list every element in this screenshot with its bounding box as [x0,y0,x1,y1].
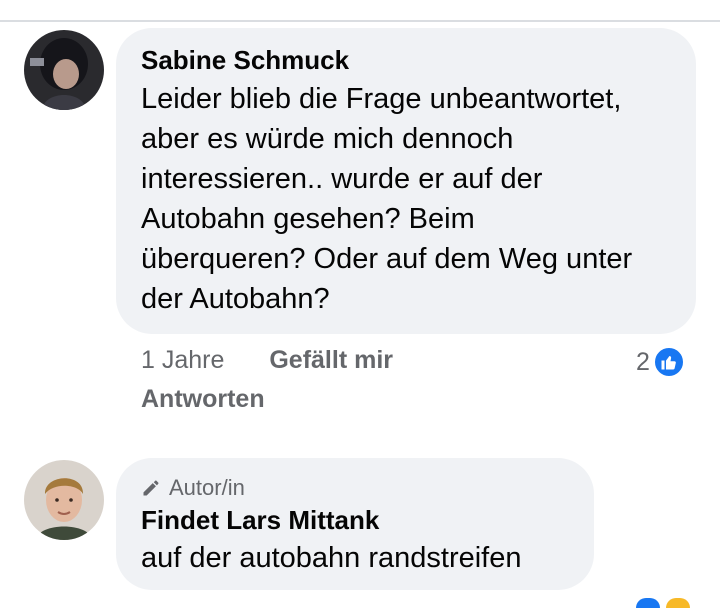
reply-button[interactable]: Antworten [141,385,393,414]
reaction-summary[interactable]: 2 [636,346,685,378]
partial-like-icon [636,598,660,608]
comment-actions: 1 Jahre Gefällt mir Antworten [141,346,393,414]
comment-bubble: Sabine Schmuck Leider blieb die Frage un… [116,28,696,334]
comment-timestamp[interactable]: 1 Jahre [141,346,224,375]
comment-text: Leider blieb die Frage unbeantwortet, ab… [141,79,672,319]
partial-emoji-icon [666,598,690,608]
avatar-sabine[interactable] [24,30,104,110]
avatar-findet-lars-mittank[interactable] [24,460,104,540]
comment-text-line: Leider blieb die Frage unbeantwortet, [141,83,622,115]
comment-author-name[interactable]: Sabine Schmuck [141,44,672,76]
reaction-count: 2 [636,347,650,376]
reply-bubble: Autor/in Findet Lars Mittank auf der aut… [116,458,594,590]
reply-text: auf der autobahn randstreifen [141,542,522,574]
thumbs-up-icon [652,346,685,378]
reply-author-name[interactable]: Findet Lars Mittank [141,504,570,536]
comment-text-line: der Autobahn? [141,283,330,315]
author-badge-label: Autor/in [169,475,245,500]
comment-text-line: Autobahn gesehen? Beim [141,203,475,235]
comment-text-line: interessieren.. wurde er auf der [141,163,543,195]
comment-text-line: aber es würde mich dennoch [141,123,514,155]
comment-text-line: überqueren? Oder auf dem Weg unter [141,243,633,275]
pencil-icon [141,478,161,498]
author-badge: Autor/in [141,474,570,502]
top-divider [0,20,720,22]
partial-reaction-icons [636,598,690,608]
like-button[interactable]: Gefällt mir [269,346,393,375]
